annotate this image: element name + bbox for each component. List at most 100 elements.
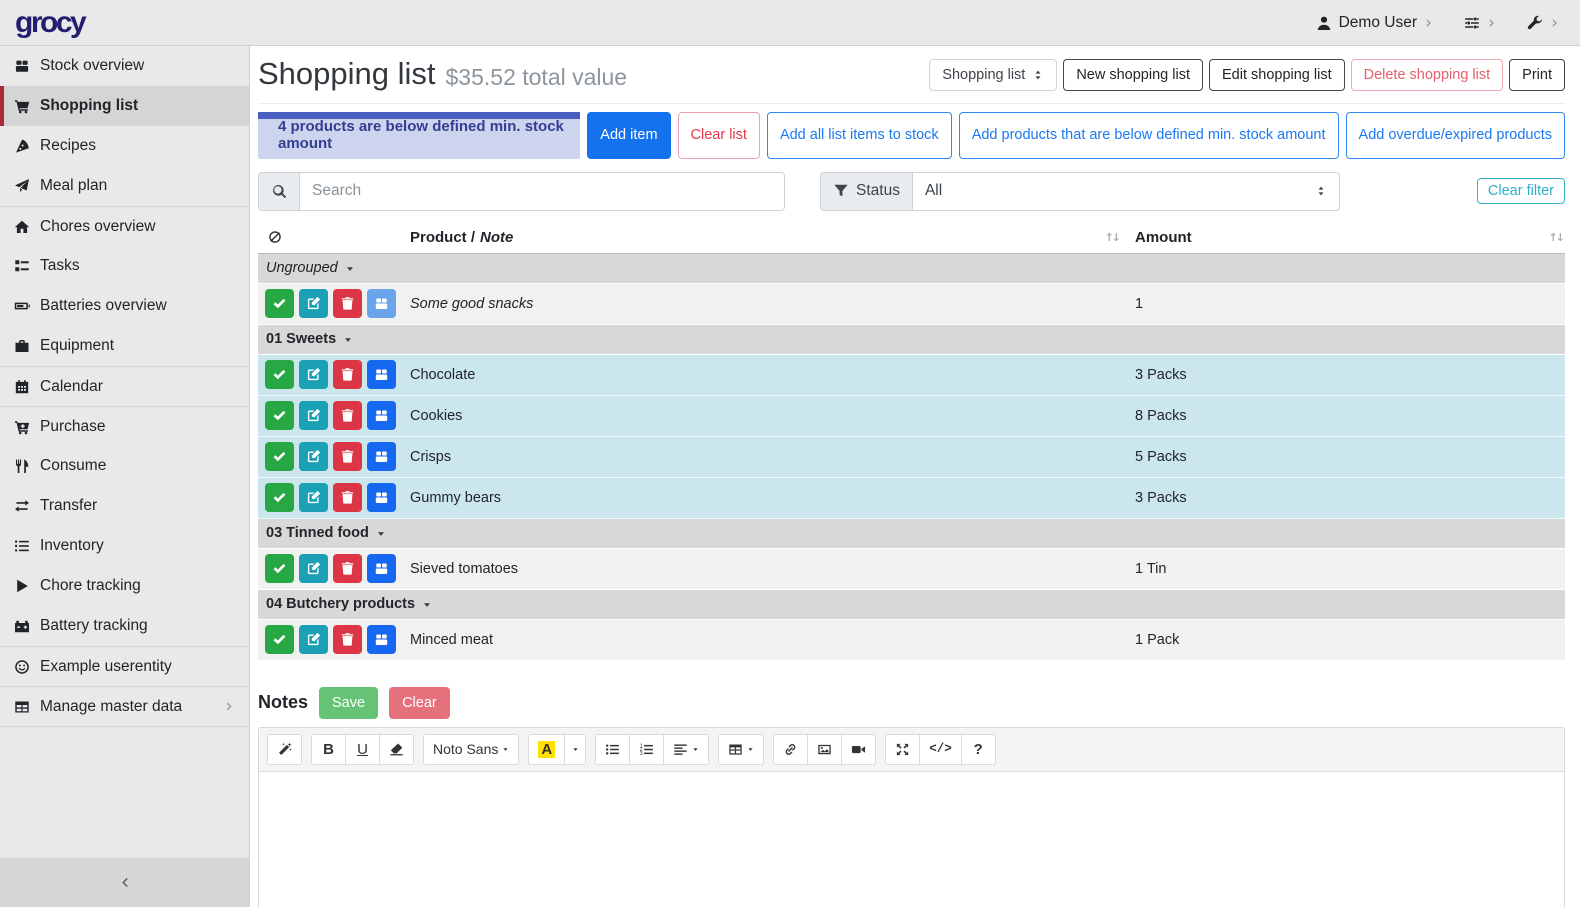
fullscreen-button[interactable]: [885, 734, 920, 765]
sidebar-item-inventory[interactable]: Inventory: [0, 526, 249, 566]
sidebar-item-chores-overview[interactable]: Chores overview: [0, 206, 249, 246]
sidebar-item-transfer[interactable]: Transfer: [0, 486, 249, 526]
add-below-min-stock-button[interactable]: Add products that are below defined min.…: [959, 112, 1339, 159]
delete-item-button[interactable]: [333, 401, 362, 430]
add-overdue-button[interactable]: Add overdue/expired products: [1346, 112, 1565, 159]
mark-done-button[interactable]: [265, 554, 294, 583]
product-group-row[interactable]: 01 Sweets: [258, 325, 1565, 355]
notes-clear-button[interactable]: Clear: [389, 687, 450, 719]
sidebar-item-stock-overview[interactable]: Stock overview: [0, 46, 249, 86]
notes-editing-area[interactable]: [259, 772, 1564, 907]
sidebar-item-shopping-list[interactable]: Shopping list: [0, 86, 249, 126]
add-item-button[interactable]: Add item: [587, 112, 670, 159]
product-column-header[interactable]: Product / Note ↑↓: [410, 229, 1135, 246]
delete-item-button[interactable]: [333, 554, 362, 583]
delete-item-button[interactable]: [333, 625, 362, 654]
search-input[interactable]: [299, 172, 785, 211]
sidebar-collapse-button[interactable]: [0, 858, 249, 907]
sidebar-item-tasks[interactable]: Tasks: [0, 246, 249, 286]
sidebar-item-manage-master-data[interactable]: Manage master data: [0, 686, 249, 726]
sidebar-item-purchase[interactable]: Purchase: [0, 406, 249, 446]
product-group-row[interactable]: Ungrouped: [258, 254, 1565, 284]
notes-save-button[interactable]: Save: [319, 687, 378, 719]
shopping-list-selector[interactable]: Shopping list: [929, 59, 1057, 91]
add-to-stock-button[interactable]: [367, 360, 396, 389]
sidebar-item-meal-plan[interactable]: Meal plan: [0, 166, 249, 206]
sidebar-item-consume[interactable]: Consume: [0, 446, 249, 486]
sidebar-item-battery-tracking[interactable]: Battery tracking: [0, 606, 249, 646]
user-menu[interactable]: Demo User: [1316, 14, 1434, 32]
text-color-button[interactable]: A: [528, 734, 565, 765]
mark-done-button[interactable]: [265, 360, 294, 389]
mark-done-button[interactable]: [265, 442, 294, 471]
ordered-list-button[interactable]: [629, 734, 664, 765]
sidebar-item-label: Transfer: [40, 497, 97, 515]
edit-item-button[interactable]: [299, 483, 328, 512]
text-color-dropdown[interactable]: [564, 734, 586, 765]
font-family-dropdown[interactable]: Noto Sans: [423, 734, 519, 765]
unordered-list-icon: [605, 742, 620, 757]
insert-video-button[interactable]: [841, 734, 876, 765]
product-amount: 1 Pack: [1135, 632, 1179, 648]
mark-done-button[interactable]: [265, 401, 294, 430]
amount-column-header[interactable]: Amount ↑↓: [1135, 229, 1565, 246]
edit-shopping-list-button[interactable]: Edit shopping list: [1209, 59, 1345, 91]
sort-icon[interactable]: ↑↓: [1105, 231, 1135, 244]
add-to-stock-button[interactable]: [367, 401, 396, 430]
sidebar-item-icon: [14, 298, 30, 314]
unordered-list-button[interactable]: [595, 734, 630, 765]
edit-item-button[interactable]: [299, 360, 328, 389]
insert-link-button[interactable]: [773, 734, 808, 765]
add-to-stock-button[interactable]: [367, 289, 396, 318]
edit-item-button[interactable]: [299, 289, 328, 318]
clear-filter-button[interactable]: Clear filter: [1477, 178, 1565, 204]
bold-button[interactable]: B: [311, 734, 346, 765]
add-to-stock-button[interactable]: [367, 554, 396, 583]
insert-table-dropdown[interactable]: [718, 734, 764, 765]
paragraph-align-dropdown[interactable]: [663, 734, 709, 765]
pencil-square-icon: [306, 490, 321, 505]
delete-item-button[interactable]: [333, 483, 362, 512]
product-group-row[interactable]: 03 Tinned food: [258, 519, 1565, 549]
edit-item-button[interactable]: [299, 401, 328, 430]
sidebar-item-recipes[interactable]: Recipes: [0, 126, 249, 166]
mark-done-button[interactable]: [265, 289, 294, 318]
sidebar-item-calendar[interactable]: Calendar: [0, 366, 249, 406]
funnel-icon: [833, 183, 849, 199]
clear-list-button[interactable]: Clear list: [678, 112, 760, 159]
visibility-column-header[interactable]: [258, 229, 410, 245]
insert-image-button[interactable]: [807, 734, 842, 765]
delete-item-button[interactable]: [333, 289, 362, 318]
code-view-button[interactable]: </>: [919, 734, 962, 765]
edit-item-button[interactable]: [299, 554, 328, 583]
link-icon: [783, 742, 798, 757]
style-magic-button[interactable]: [267, 734, 302, 765]
print-button[interactable]: Print: [1509, 59, 1565, 91]
sidebar-item-label: Inventory: [40, 537, 104, 555]
sidebar-item-batteries-overview[interactable]: Batteries overview: [0, 286, 249, 326]
product-group-row[interactable]: 04 Butchery products: [258, 590, 1565, 620]
delete-item-button[interactable]: [333, 360, 362, 389]
sort-icon[interactable]: ↑↓: [1549, 231, 1565, 244]
add-to-stock-button[interactable]: [367, 625, 396, 654]
clear-formatting-button[interactable]: [379, 734, 414, 765]
sidebar-item-chore-tracking[interactable]: Chore tracking: [0, 566, 249, 606]
settings-menu[interactable]: [1464, 15, 1497, 31]
edit-item-button[interactable]: [299, 625, 328, 654]
new-shopping-list-button[interactable]: New shopping list: [1063, 59, 1203, 91]
add-all-to-stock-button[interactable]: Add all list items to stock: [767, 112, 952, 159]
mark-done-button[interactable]: [265, 483, 294, 512]
add-to-stock-button[interactable]: [367, 442, 396, 471]
delete-item-button[interactable]: [333, 442, 362, 471]
app-logo[interactable]: grocy: [15, 6, 84, 40]
underline-button[interactable]: U: [345, 734, 380, 765]
admin-menu[interactable]: [1527, 15, 1560, 31]
delete-shopping-list-button[interactable]: Delete shopping list: [1351, 59, 1504, 91]
edit-item-button[interactable]: [299, 442, 328, 471]
sidebar-item-equipment[interactable]: Equipment: [0, 326, 249, 366]
sidebar-item-example-userentity[interactable]: Example userentity: [0, 646, 249, 686]
mark-done-button[interactable]: [265, 625, 294, 654]
help-button[interactable]: ?: [961, 734, 996, 765]
status-select[interactable]: All: [912, 172, 1340, 211]
add-to-stock-button[interactable]: [367, 483, 396, 512]
